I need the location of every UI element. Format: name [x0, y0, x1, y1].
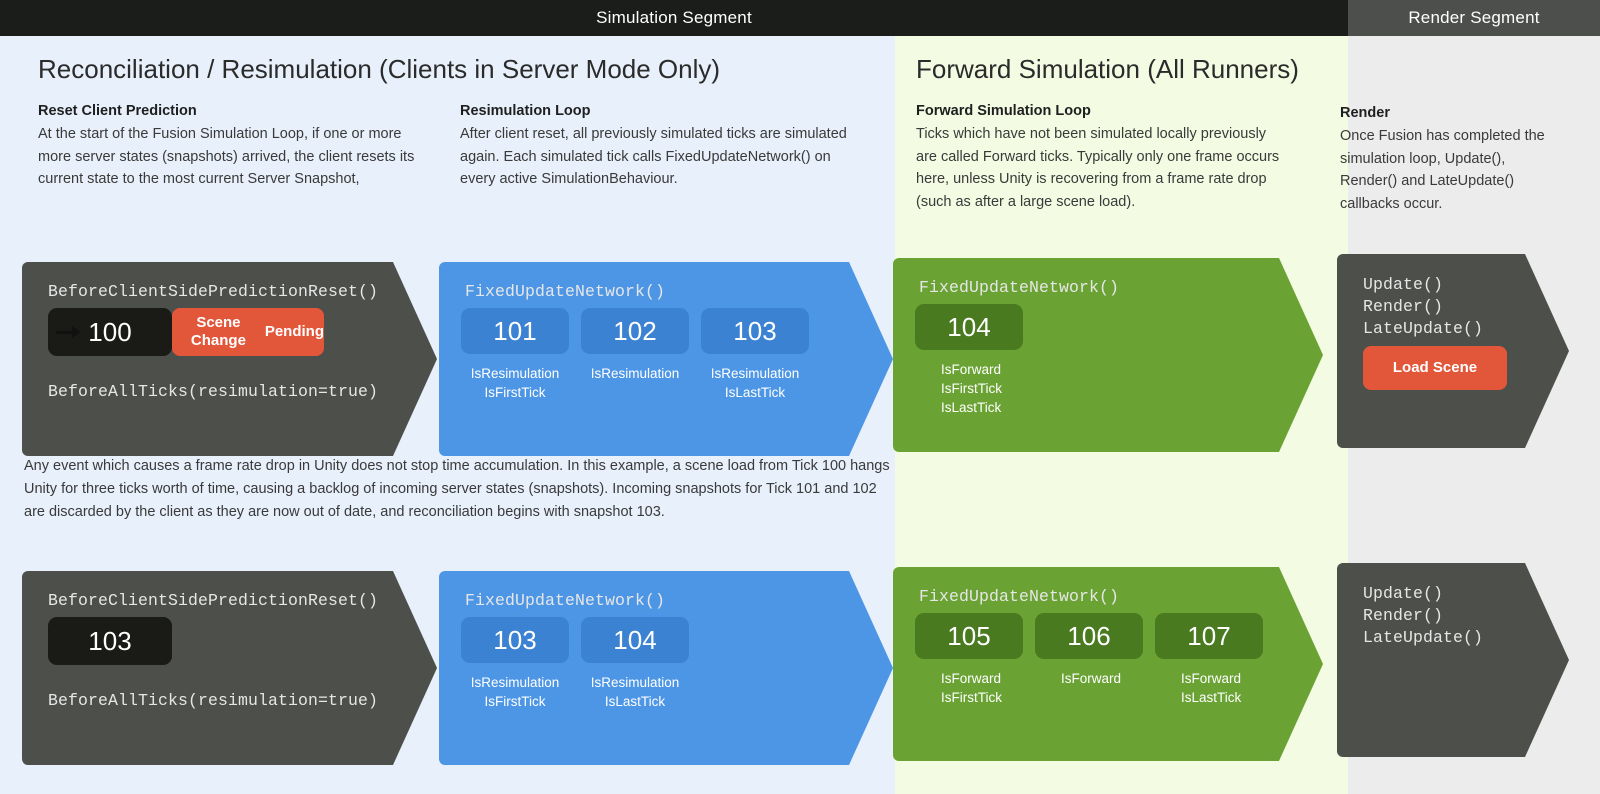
arrow-shaft	[56, 330, 72, 334]
forward-simulation-block-1: FixedUpdateNetwork() 105 IsForward IsFirstT…	[893, 567, 1323, 761]
before-all-ticks-label: BeforeAllTicks(resimulation=true)	[48, 382, 379, 401]
tick-chip[interactable]: 101	[461, 308, 569, 354]
tick-chip[interactable]: 103	[701, 308, 809, 354]
tick-column: 101 IsResimulation IsFirstTick	[461, 308, 569, 402]
tick-chip[interactable]: 102	[581, 308, 689, 354]
fixed-update-network-label: FixedUpdateNetwork()	[919, 278, 1120, 297]
fixed-update-network-label: FixedUpdateNetwork()	[465, 282, 666, 301]
tick-flags: IsForward IsFirstTick IsLastTick	[941, 362, 1002, 416]
reset-tick-row: 103	[48, 617, 172, 665]
resimulation-loop-body: After client reset, all previously simul…	[460, 126, 847, 188]
tick-column: 105 IsForward IsFirstTick	[915, 613, 1023, 707]
render-callbacks-label: Update() Render() LateUpdate()	[1363, 275, 1484, 339]
render-segment-label: Render Segment	[1348, 0, 1600, 36]
tick-flags: IsResimulation IsLastTick	[590, 675, 680, 710]
reset-client-prediction-note: Reset Client Prediction At the start of …	[38, 100, 438, 191]
forward-simulation-loop-note: Forward Simulation Loop Ticks which have…	[916, 100, 1291, 213]
tick-flags: IsResimulation IsFirstTick	[470, 366, 560, 401]
tick-column: 104 IsForward IsFirstTick IsLastTick	[915, 304, 1023, 417]
tick-chip[interactable]: 103	[461, 617, 569, 663]
tick-chip[interactable]: 106	[1035, 613, 1143, 659]
reset-prediction-block-1-content: BeforeClientSidePredictionReset() 103 Befo…	[22, 571, 437, 765]
forward-simulation-loop-heading: Forward Simulation Loop	[916, 103, 1091, 119]
forward-simulation-block-0: FixedUpdateNetwork() 104 IsForward IsFirstT…	[893, 258, 1323, 452]
resimulation-loop-note: Resimulation Loop After client reset, al…	[460, 100, 860, 191]
render-block-1-content: Update() Render() LateUpdate()	[1337, 563, 1569, 757]
reset-prediction-block-0: BeforeClientSidePredictionReset() 100 Scen…	[22, 262, 437, 456]
reconciliation-section-title: Reconciliation / Resimulation (Clients i…	[38, 54, 721, 84]
fixed-update-network-label: FixedUpdateNetwork()	[919, 587, 1120, 606]
reset-client-prediction-body: At the start of the Fusion Simulation Lo…	[38, 126, 415, 188]
forward-simulation-block-0-content: FixedUpdateNetwork() 104 IsForward IsFirstT…	[893, 258, 1323, 452]
tick-flags: IsForward IsFirstTick	[941, 671, 1002, 706]
before-client-side-prediction-reset-label: BeforeClientSidePredictionReset()	[48, 282, 379, 301]
resimulation-block-0-content: FixedUpdateNetwork() 101 IsResimulation IsF…	[439, 262, 893, 456]
tick-chip[interactable]: 104	[581, 617, 689, 663]
simulation-segment-label: Simulation Segment	[0, 0, 1348, 36]
tick-chip[interactable]: 107	[1155, 613, 1263, 659]
render-note: Render Once Fusion has completed the sim…	[1340, 102, 1555, 215]
resimulation-block-0: FixedUpdateNetwork() 101 IsResimulation IsF…	[439, 262, 893, 456]
arrow-connector-icon	[56, 326, 81, 338]
tick-group: 101 IsResimulation IsFirstTick 102 IsResimul…	[461, 308, 809, 402]
resimulation-loop-heading: Resimulation Loop	[460, 103, 591, 119]
render-block-1: Update() Render() LateUpdate()	[1337, 563, 1569, 757]
render-block-0-content: Update() Render() LateUpdate() Load Scene	[1337, 254, 1569, 448]
tick-flags: IsResimulation IsFirstTick	[470, 675, 560, 710]
tick-group: 103 IsResimulation IsFirstTick 104 IsResimul…	[461, 617, 689, 711]
forward-section-title: Forward Simulation (All Runners)	[916, 54, 1299, 84]
diagram-root: Simulation Segment Render Segment Reconc…	[0, 0, 1600, 794]
load-scene-pill[interactable]: Load Scene	[1363, 346, 1507, 390]
tick-chip[interactable]: 105	[915, 613, 1023, 659]
reset-prediction-block-0-content: BeforeClientSidePredictionReset() 100 Scen…	[22, 262, 437, 456]
tick-flags: IsForward	[1061, 671, 1122, 686]
before-all-ticks-label: BeforeAllTicks(resimulation=true)	[48, 691, 379, 710]
tick-group: 104 IsForward IsFirstTick IsLastTick	[915, 304, 1023, 417]
render-body: Once Fusion has completed the simulation…	[1340, 128, 1545, 212]
tick-column: 107 IsForward IsLastTick	[1155, 613, 1263, 707]
tick-flags: IsResimulation IsLastTick	[710, 366, 800, 401]
forward-simulation-block-1-content: FixedUpdateNetwork() 105 IsForward IsFirstT…	[893, 567, 1323, 761]
reset-client-prediction-heading: Reset Client Prediction	[38, 103, 197, 119]
forward-simulation-loop-body: Ticks which have not been simulated loca…	[916, 126, 1280, 210]
fixed-update-network-label: FixedUpdateNetwork()	[465, 591, 666, 610]
tick-column: 103 IsResimulation IsFirstTick	[461, 617, 569, 711]
segment-header-bar: Simulation Segment Render Segment	[0, 0, 1600, 36]
scene-change-pending-pill[interactable]: Scene Change Pending	[172, 308, 324, 356]
tick-column: 102 IsResimulation	[581, 308, 689, 402]
render-callbacks-label: Update() Render() LateUpdate()	[1363, 584, 1484, 648]
tick-chip[interactable]: 104	[915, 304, 1023, 350]
reset-tick-chip[interactable]: 103	[48, 617, 172, 665]
before-client-side-prediction-reset-label: BeforeClientSidePredictionReset()	[48, 591, 379, 610]
resimulation-block-1: FixedUpdateNetwork() 103 IsResimulation IsF…	[439, 571, 893, 765]
tick-column: 104 IsResimulation IsLastTick	[581, 617, 689, 711]
resimulation-block-1-content: FixedUpdateNetwork() 103 IsResimulation IsF…	[439, 571, 893, 765]
tick-flags: IsForward IsLastTick	[1181, 671, 1242, 706]
tick-flags: IsResimulation	[590, 366, 680, 381]
render-block-0: Update() Render() LateUpdate() Load Scene	[1337, 254, 1569, 448]
render-heading: Render	[1340, 105, 1390, 121]
reset-prediction-block-1: BeforeClientSidePredictionReset() 103 Befo…	[22, 571, 437, 765]
reset-tick-row: 100 Scene Change Pending	[48, 308, 324, 356]
tick-column: 106 IsForward	[1035, 613, 1143, 707]
tick-column: 103 IsResimulation IsLastTick	[701, 308, 809, 402]
frame-rate-drop-explanation: Any event which causes a frame rate drop…	[24, 458, 890, 520]
tick-group: 105 IsForward IsFirstTick 106 IsForward 107 Is…	[915, 613, 1263, 707]
arrow-head	[72, 326, 81, 338]
